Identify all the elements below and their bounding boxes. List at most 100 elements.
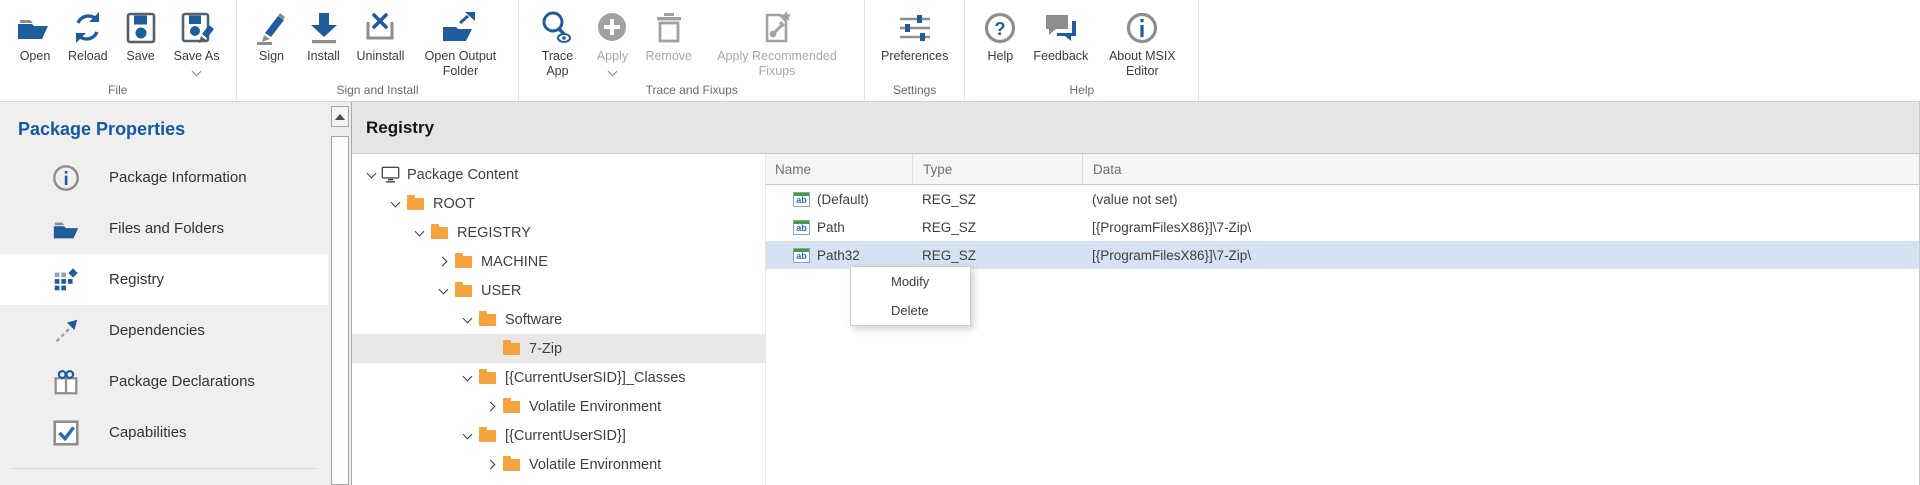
monitor-icon: [381, 166, 400, 183]
chevron-down-icon[interactable]: [458, 318, 476, 322]
save-as-button[interactable]: Save As: [167, 5, 227, 75]
apply-recommended-fixups-button[interactable]: Apply Recommended Fixups: [699, 5, 855, 79]
chevron-right-icon[interactable]: [434, 258, 452, 265]
ribbon-group-label: Sign and Install: [246, 82, 510, 101]
chevron-down-icon[interactable]: [362, 173, 380, 177]
tree-node-currentusersid[interactable]: [{CurrentUserSID}]: [352, 421, 765, 450]
tree-node-volatile-environment[interactable]: Volatile Environment: [352, 450, 765, 479]
install-icon: [305, 7, 343, 49]
chevron-down-icon[interactable]: [458, 376, 476, 380]
dropdown-chevron-icon[interactable]: [607, 66, 617, 76]
ribbon-button-label: Remove: [645, 49, 692, 64]
value-name: Path: [817, 220, 845, 235]
folder-icon: [431, 227, 448, 239]
about-icon: [1123, 7, 1161, 49]
tree-node-label: Volatile Environment: [529, 399, 661, 415]
folder-icon: [503, 459, 520, 471]
chevron-down-icon[interactable]: [434, 289, 452, 293]
remove-button[interactable]: Remove: [638, 5, 699, 64]
sidebar-item-capabilities[interactable]: Capabilities: [0, 407, 328, 458]
sidebar-scrollbar[interactable]: [328, 102, 352, 485]
tree-node-label: Software: [505, 312, 562, 328]
sidebar-item-registry[interactable]: Registry: [0, 254, 328, 305]
list-header: NameTypeData: [766, 154, 1919, 185]
group-buttons: Trace AppApply Remove Apply Recommended Fi…: [528, 0, 855, 82]
msix-editor-window: OpenReloadSaveSave AsFileSignInstallUnin…: [0, 0, 1920, 485]
tree-node-label: Package Content: [407, 167, 518, 183]
sidebar-item-dependencies[interactable]: Dependencies: [0, 305, 328, 356]
ribbon-group-file: OpenReloadSaveSave AsFile: [0, 0, 237, 101]
chevron-right-icon[interactable]: [482, 461, 500, 468]
open-button[interactable]: Open: [9, 5, 61, 64]
uninstall-button[interactable]: Uninstall: [350, 5, 412, 64]
tree-node-root[interactable]: ROOT: [352, 189, 765, 218]
ribbon-group-trace-and-fixups: Trace AppApply Remove Apply Recommended Fi…: [519, 0, 865, 101]
tree-node-registry[interactable]: REGISTRY: [352, 218, 765, 247]
help-button[interactable]: ?Help: [974, 5, 1026, 64]
list-rows: ab(Default)REG_SZ(value not set)abPathRE…: [766, 185, 1919, 269]
capabilities-icon: [50, 417, 82, 449]
tree-node-software[interactable]: Software: [352, 305, 765, 334]
context-menu-item-delete[interactable]: Delete: [851, 296, 970, 325]
registry-value-row[interactable]: ab(Default)REG_SZ(value not set): [766, 185, 1919, 213]
arrow-up-icon: [335, 114, 345, 120]
feedback-button[interactable]: Feedback: [1026, 5, 1095, 64]
scroll-up-button[interactable]: [331, 106, 349, 127]
sidebar-item-label: Registry: [109, 271, 164, 288]
column-header-name[interactable]: Name: [766, 154, 912, 184]
folder-icon: [455, 256, 472, 268]
trace-app-button[interactable]: Trace App: [528, 5, 586, 79]
ribbon-button-label: Open: [20, 49, 51, 64]
tree-node-package-content[interactable]: Package Content: [352, 160, 765, 189]
string-value-icon: ab: [793, 192, 810, 207]
apply-icon: [593, 7, 631, 49]
save-button[interactable]: Save: [115, 5, 167, 64]
tree-node-label: [{CurrentUserSID}]_Classes: [505, 370, 686, 386]
ribbon-button-label: Reload: [68, 49, 108, 64]
sidebar-items: Package Information Files and Folders Regi…: [0, 152, 328, 458]
ribbon-button-label: Save As: [174, 49, 220, 64]
dropdown-chevron-icon[interactable]: [192, 66, 202, 76]
chevron-right-icon[interactable]: [482, 403, 500, 410]
ribbon-group-help: ?HelpFeedbackAbout MSIX EditorHelp: [965, 0, 1199, 101]
apply-button[interactable]: Apply: [586, 5, 638, 75]
reload-button[interactable]: Reload: [61, 5, 115, 64]
install-button[interactable]: Install: [298, 5, 350, 64]
registry-value-row[interactable]: abPathREG_SZ[{ProgramFilesX86}]\7-Zip\: [766, 213, 1919, 241]
sidebar-item-package-information[interactable]: Package Information: [0, 152, 328, 203]
tree-node-currentusersid-classes[interactable]: [{CurrentUserSID}]_Classes: [352, 363, 765, 392]
page-title: Registry: [352, 102, 1919, 154]
tree-node-7-zip[interactable]: 7-Zip: [352, 334, 765, 363]
open-folder-icon: [16, 7, 54, 49]
folder-icon: [455, 285, 472, 297]
chevron-down-icon[interactable]: [458, 434, 476, 438]
preferences-button[interactable]: Preferences: [874, 5, 955, 64]
files-folders-icon: [50, 213, 82, 245]
scrollbar-thumb[interactable]: [331, 136, 349, 485]
column-header-data[interactable]: Data: [1082, 154, 1919, 184]
ribbon-group-label: Settings: [874, 82, 955, 101]
sign-icon: [253, 7, 291, 49]
context-menu-item-modify[interactable]: Modify: [851, 267, 970, 296]
registry-value-row[interactable]: abPath32REG_SZ[{ProgramFilesX86}]\7-Zip\: [766, 241, 1919, 269]
remove-icon: [650, 7, 688, 49]
value-data-cell: [{ProgramFilesX86}]\7-Zip\: [1082, 248, 1919, 263]
open-output-folder-button[interactable]: Open Output Folder: [411, 5, 509, 79]
string-value-icon: ab: [793, 248, 810, 263]
ribbon-button-label: Open Output Folder: [418, 49, 502, 79]
about-msix-editor-button[interactable]: About MSIX Editor: [1095, 5, 1189, 79]
value-type-cell: REG_SZ: [912, 220, 1082, 235]
sign-button[interactable]: Sign: [246, 5, 298, 64]
tree-node-machine[interactable]: MACHINE: [352, 247, 765, 276]
chevron-down-icon[interactable]: [410, 231, 428, 235]
ribbon-group-sign-and-install: SignInstallUninstallOpen Output Folder Si…: [237, 0, 520, 101]
tree-node-volatile-environment[interactable]: Volatile Environment: [352, 392, 765, 421]
chevron-down-icon[interactable]: [386, 202, 404, 206]
column-header-type[interactable]: Type: [912, 154, 1082, 184]
ribbon-button-label: Trace App: [535, 49, 579, 79]
tree-node-user[interactable]: USER: [352, 276, 765, 305]
sidebar-item-package-declarations[interactable]: Package Declarations: [0, 356, 328, 407]
sidebar-item-files-and-folders[interactable]: Files and Folders: [0, 203, 328, 254]
feedback-icon: [1042, 7, 1080, 49]
sidebar-item-label: Files and Folders: [109, 220, 224, 237]
